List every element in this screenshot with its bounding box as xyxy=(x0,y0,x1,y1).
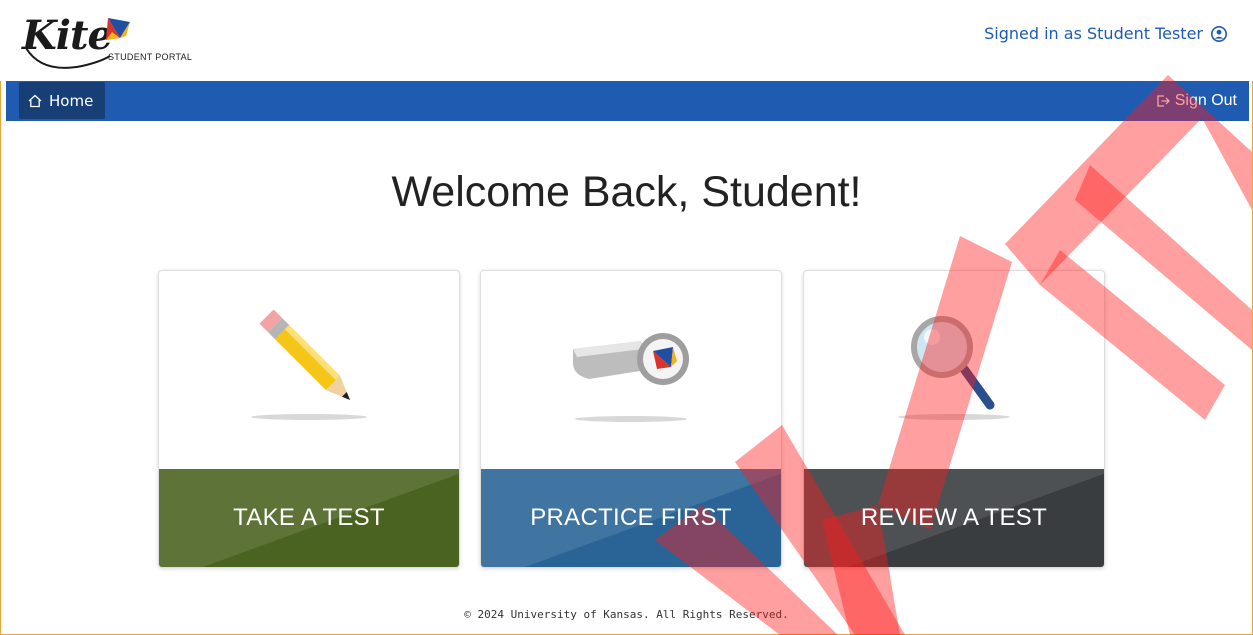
sign-out-button[interactable]: Sign Out xyxy=(1155,81,1237,121)
review-a-test-button[interactable]: REVIEW A TEST xyxy=(804,469,1104,567)
take-a-test-label: TAKE A TEST xyxy=(233,504,385,531)
signed-in-status[interactable]: Signed in as Student Tester xyxy=(984,24,1227,43)
pencil-icon xyxy=(251,309,367,420)
take-a-test-button[interactable]: TAKE A TEST xyxy=(159,469,459,567)
nav-home-button[interactable]: Home xyxy=(19,82,105,119)
header: Kite STUDENT PORTAL Signed in as Student… xyxy=(0,0,1253,81)
whistle-icon xyxy=(573,333,689,422)
footer-copyright: © 2024 University of Kansas. All Rights … xyxy=(464,608,789,621)
review-a-test-label: REVIEW A TEST xyxy=(860,504,1048,531)
magnifier-icon xyxy=(898,316,1010,420)
sign-out-label: Sign Out xyxy=(1174,92,1237,109)
practice-first-card[interactable]: PRACTICE FIRST xyxy=(480,270,782,568)
user-circle-icon xyxy=(1211,25,1227,42)
kite-logo-mark-icon xyxy=(25,18,130,69)
signed-in-text: Signed in as Student Tester xyxy=(984,24,1203,43)
logo-subtitle: STUDENT PORTAL xyxy=(108,52,193,62)
navbar: Home Sign Out xyxy=(6,81,1249,121)
kite-logo[interactable]: Kite STUDENT PORTAL xyxy=(22,12,222,74)
review-a-test-card[interactable]: REVIEW A TEST xyxy=(803,270,1105,568)
take-a-test-card[interactable]: TAKE A TEST xyxy=(158,270,460,568)
practice-first-button[interactable]: PRACTICE FIRST xyxy=(481,469,781,567)
practice-first-label: PRACTICE FIRST xyxy=(530,504,732,531)
sign-out-icon xyxy=(1157,95,1170,107)
nav-home-label: Home xyxy=(49,91,94,110)
welcome-heading: Welcome Back, Student! xyxy=(391,168,862,216)
home-icon xyxy=(28,94,42,107)
